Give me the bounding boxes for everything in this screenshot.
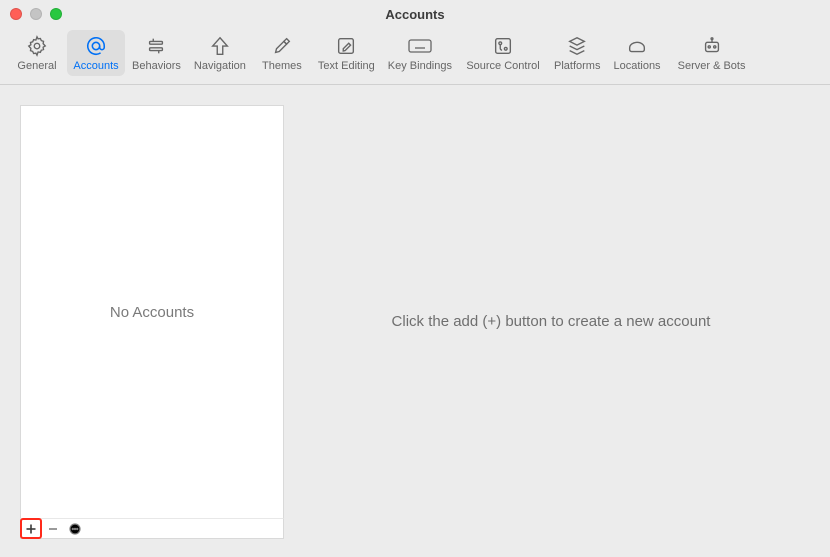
- tab-label: Behaviors: [132, 60, 181, 72]
- tab-themes[interactable]: Themes: [253, 30, 311, 76]
- remove-account-button[interactable]: [42, 518, 64, 539]
- empty-accounts-label: No Accounts: [110, 304, 194, 321]
- close-window-button[interactable]: [10, 8, 22, 20]
- tab-label: Navigation: [194, 60, 246, 72]
- titlebar: Accounts: [0, 0, 830, 28]
- robot-icon: [701, 34, 723, 58]
- account-list-footer: [20, 518, 284, 539]
- gear-icon: [26, 34, 48, 58]
- at-sign-icon: [85, 34, 107, 58]
- window-title: Accounts: [0, 7, 830, 22]
- detail-placeholder-text: Click the add (+) button to create a new…: [392, 313, 711, 330]
- paintbrush-icon: [271, 34, 293, 58]
- account-actions-button[interactable]: [64, 518, 86, 539]
- tab-text-editing[interactable]: Text Editing: [312, 30, 381, 76]
- account-list[interactable]: No Accounts: [20, 105, 284, 518]
- behaviors-icon: [145, 34, 167, 58]
- tab-general[interactable]: General: [8, 30, 66, 76]
- navigation-icon: [209, 34, 231, 58]
- tab-server-bots[interactable]: Server & Bots: [668, 30, 756, 76]
- tab-behaviors[interactable]: Behaviors: [126, 30, 187, 76]
- tab-label: Key Bindings: [388, 60, 452, 72]
- tab-navigation[interactable]: Navigation: [188, 30, 252, 76]
- tab-label: Accounts: [73, 60, 118, 72]
- tab-label: Platforms: [554, 60, 600, 72]
- tab-label: General: [17, 60, 56, 72]
- tab-accounts[interactable]: Accounts: [67, 30, 125, 76]
- minimize-window-button[interactable]: [30, 8, 42, 20]
- tab-label: Server & Bots: [678, 60, 746, 72]
- pencil-square-icon: [335, 34, 357, 58]
- tab-platforms[interactable]: Platforms: [548, 30, 606, 76]
- source-control-icon: [492, 34, 514, 58]
- zoom-window-button[interactable]: [50, 8, 62, 20]
- tab-label: Themes: [262, 60, 302, 72]
- account-detail-pane: Click the add (+) button to create a new…: [302, 85, 830, 557]
- tab-label: Source Control: [466, 60, 539, 72]
- window-controls: [10, 8, 62, 20]
- tab-locations[interactable]: Locations: [607, 30, 666, 76]
- keyboard-icon: [407, 34, 433, 58]
- tab-label: Locations: [613, 60, 660, 72]
- layers-icon: [566, 34, 588, 58]
- tab-source-control[interactable]: Source Control: [459, 30, 547, 76]
- tab-key-bindings[interactable]: Key Bindings: [382, 30, 458, 76]
- drive-icon: [626, 34, 648, 58]
- content-area: No Accounts Click the add (+) button to …: [0, 85, 830, 557]
- accounts-sidebar: No Accounts: [0, 85, 302, 557]
- preferences-toolbar: General Accounts Behaviors Navigation Th…: [0, 28, 830, 85]
- tab-label: Text Editing: [318, 60, 375, 72]
- add-account-button[interactable]: [20, 518, 42, 539]
